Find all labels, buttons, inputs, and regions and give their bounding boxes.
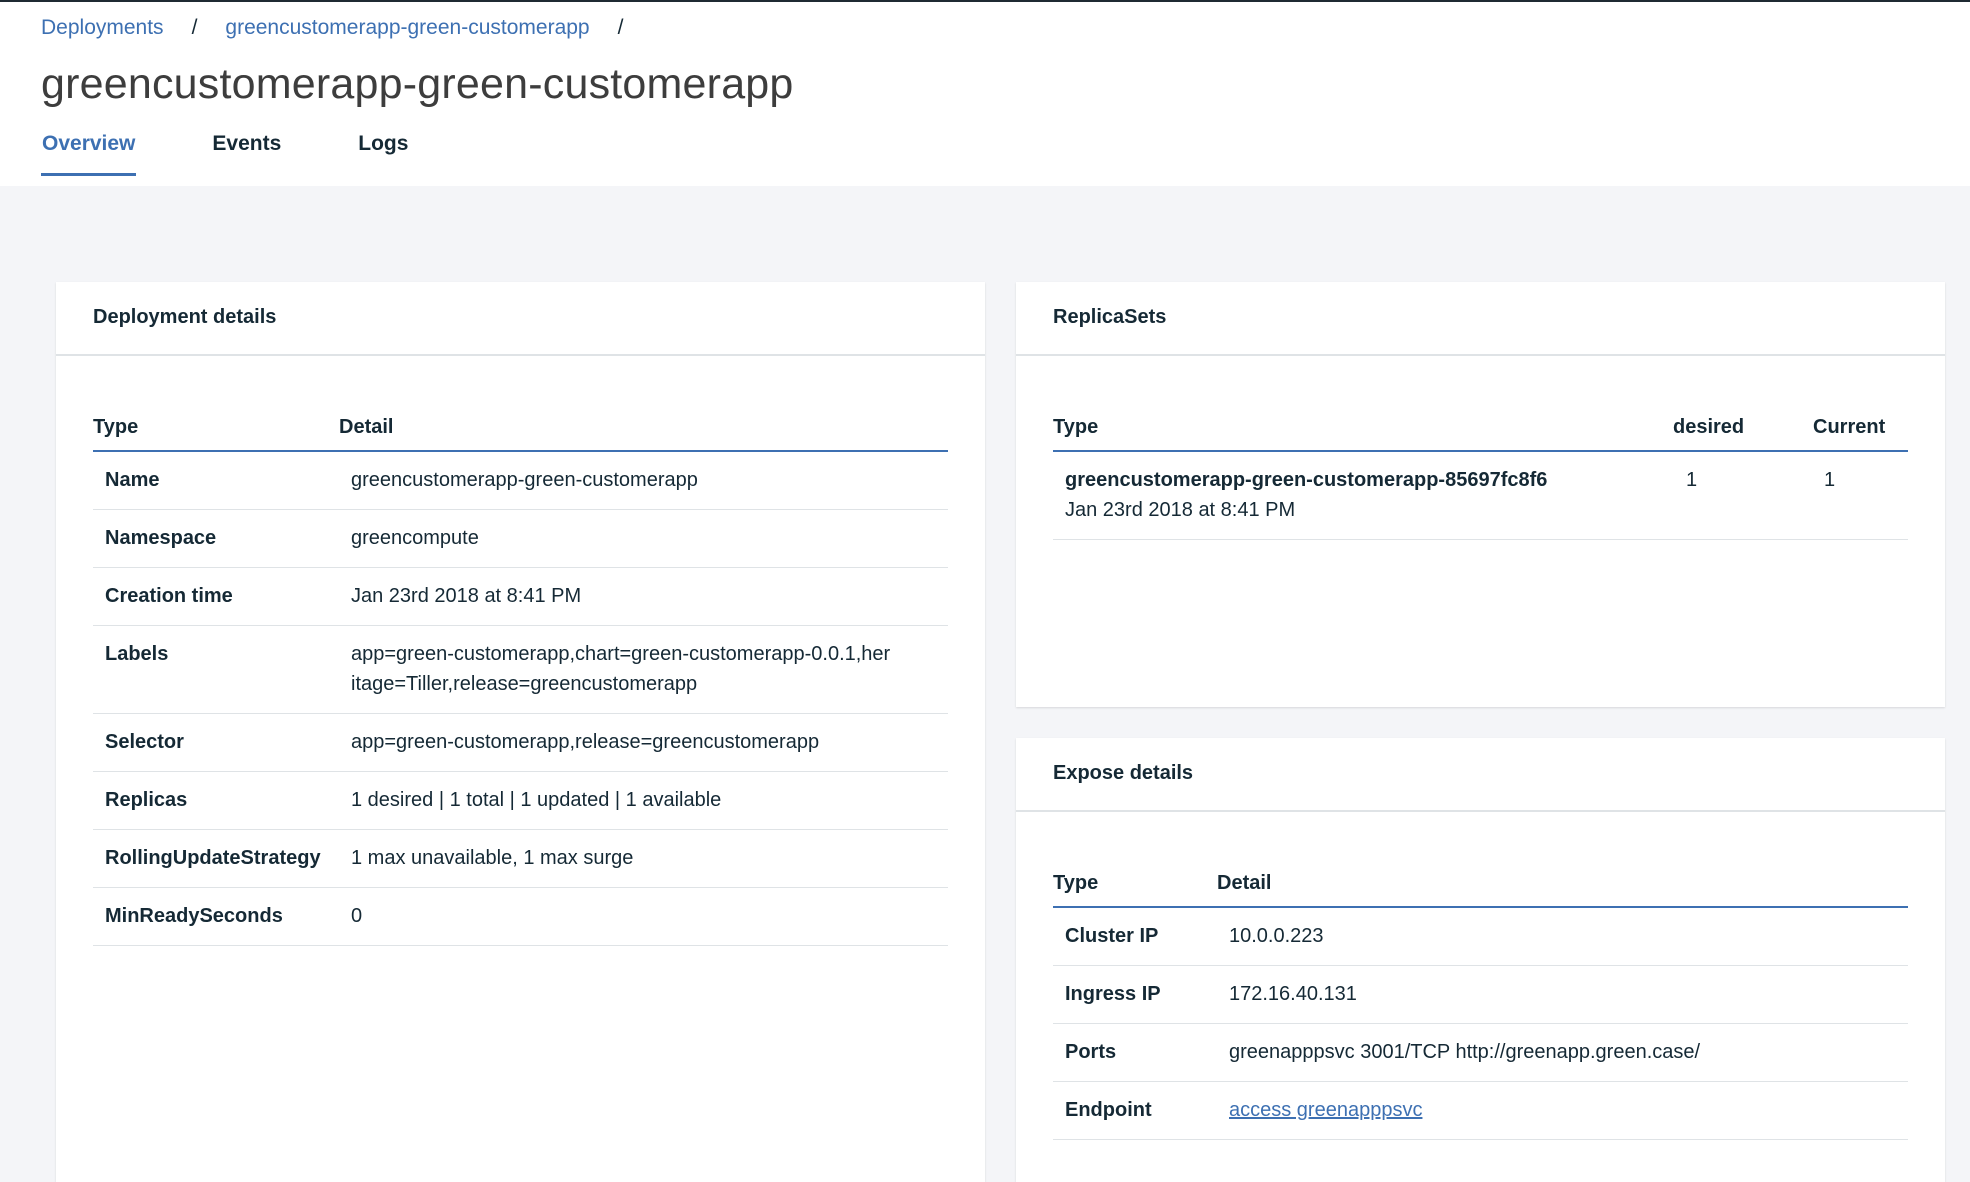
table-row: Selector app=green-customerapp,release=g… [93,713,948,772]
table-row: Namespace greencompute [93,509,948,568]
breadcrumb-deployments-link[interactable]: Deployments [41,16,164,40]
tab-overview-label: Overview [42,132,136,155]
table-row: Ports greenapppsvc 3001/TCP http://green… [1053,1023,1908,1082]
replicaset-current: 1 [1824,469,1836,491]
row-key: RollingUpdateStrategy [105,847,321,869]
expose-details-table: Type Detail Cluster IP 10.0.0.223 Ingres… [1053,860,1908,1140]
page-title: greencustomerapp-green-customerapp [41,60,794,108]
deployment-details-title: Deployment details [93,306,277,328]
replicaset-name: greencustomerapp-green-customerapp-85697… [1065,469,1548,491]
table-row: Ingress IP 172.16.40.131 [1053,965,1908,1024]
row-key: Name [105,469,160,491]
table-row: RollingUpdateStrategy 1 max unavailable,… [93,829,948,888]
row-key: Endpoint [1065,1099,1152,1121]
row-key: Selector [105,731,184,753]
row-key: Namespace [105,527,217,549]
breadcrumb-separator: / [617,16,624,39]
column-header-detail: Detail [1217,871,1272,894]
replicaset-cell: greencustomerapp-green-customerapp-85697… [1053,452,1673,539]
row-key: Ingress IP [1065,983,1161,1005]
replicaset-desired: 1 [1686,469,1698,491]
row-value: Jan 23rd 2018 at 8:41 PM [351,585,582,607]
replicaset-created: Jan 23rd 2018 at 8:41 PM [1065,499,1296,521]
row-key: Cluster IP [1065,925,1159,947]
column-header-type: Type [93,415,139,438]
row-value: 10.0.0.223 [1229,925,1324,947]
card-divider [56,354,985,356]
replicasets-title: ReplicaSets [1053,306,1167,328]
row-key: MinReadySeconds [105,905,283,927]
endpoint-link[interactable]: access greenapppsvc [1229,1099,1422,1121]
row-value: app=green-customerapp,chart=green-custom… [339,626,948,713]
deployment-details-table: Type Detail Name greencustomerapp-green-… [93,404,948,946]
labels-value-line-2: itage=Tiller,release=greencustomerapp [351,673,698,695]
replicasets-card: ReplicaSets Type desired Current greencu… [1016,282,1945,707]
column-header-desired: desired [1673,415,1745,438]
row-value: greenapppsvc 3001/TCP http://greenapp.gr… [1229,1041,1701,1063]
column-header-type: Type [1053,415,1099,438]
row-key: Labels [105,643,169,665]
expose-details-card: Expose details Type Detail Cluster IP 10… [1016,738,1945,1182]
labels-value-line-1: app=green-customerapp,chart=green-custom… [351,643,891,665]
tab-overview[interactable]: Overview [41,130,137,176]
row-value: app=green-customerapp,release=greencusto… [351,731,820,753]
expose-details-title: Expose details [1053,762,1194,784]
tab-events[interactable]: Events [211,130,282,176]
row-value: 0 [351,905,363,927]
table-header-row: Type desired Current [1053,404,1908,451]
row-key: Creation time [105,585,233,607]
card-divider [1016,810,1945,812]
table-row: MinReadySeconds 0 [93,887,948,946]
tab-logs-label: Logs [358,132,409,155]
table-row: Creation time Jan 23rd 2018 at 8:41 PM [93,567,948,626]
row-key: Replicas [105,789,188,811]
breadcrumb-deployment-link[interactable]: greencustomerapp-green-customerapp [225,16,589,40]
row-value: 172.16.40.131 [1229,983,1357,1005]
table-row: Labels app=green-customerapp,chart=green… [93,625,948,714]
row-value: 1 desired | 1 total | 1 updated | 1 avai… [351,789,722,811]
table-row: Endpoint access greenapppsvc [1053,1081,1908,1140]
row-value: access greenapppsvc [1217,1082,1908,1139]
table-row: Replicas 1 desired | 1 total | 1 updated… [93,771,948,830]
card-divider [1016,354,1945,356]
row-value: 1 max unavailable, 1 max surge [351,847,634,869]
column-header-current: Current [1813,415,1886,438]
page-header: Deployments / greencustomerapp-green-cus… [0,2,1970,186]
tab-logs[interactable]: Logs [357,130,409,176]
breadcrumb: Deployments / greencustomerapp-green-cus… [41,16,651,40]
replicasets-table: Type desired Current greencustomerapp-gr… [1053,404,1908,540]
column-header-detail: Detail [339,415,394,438]
table-row: Name greencustomerapp-green-customerapp [93,451,948,510]
table-header-row: Type Detail [93,404,948,451]
deployment-details-card: Deployment details Type Detail Name gree… [56,282,985,1182]
tab-events-label: Events [212,132,282,155]
row-value: greencompute [351,527,479,549]
table-header-row: Type Detail [1053,860,1908,907]
table-row: greencustomerapp-green-customerapp-85697… [1053,451,1908,540]
tab-bar: Overview Events Logs [41,130,484,176]
column-header-type: Type [1053,871,1099,894]
row-key: Ports [1065,1041,1117,1063]
row-value: greencustomerapp-green-customerapp [351,469,698,491]
table-row: Cluster IP 10.0.0.223 [1053,907,1908,966]
breadcrumb-separator: / [191,16,198,39]
